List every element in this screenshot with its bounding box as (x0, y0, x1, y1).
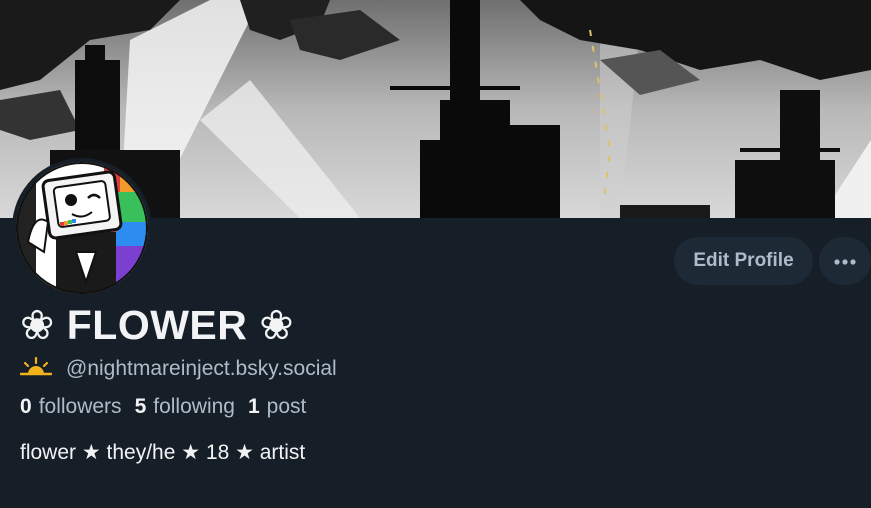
edit-profile-button[interactable]: Edit Profile (674, 237, 813, 285)
followers-count: 0 (20, 395, 32, 418)
following-label: following (153, 395, 235, 418)
more-horizontal-icon (834, 252, 856, 270)
sunrise-icon (19, 356, 53, 382)
posts-stat: 1 post (248, 395, 306, 419)
display-name: ❀ FLOWER ❀ (20, 302, 295, 348)
followers-stat[interactable]: 0 followers (20, 395, 122, 419)
followers-label: followers (38, 395, 122, 418)
handle-row: @nightmareinject.bsky.social (19, 355, 337, 383)
more-options-button[interactable] (819, 237, 871, 285)
profile-bio: flower ★ they/he ★ 18 ★ artist (20, 441, 306, 464)
posts-count: 1 (247, 395, 260, 418)
posts-label: post (266, 395, 307, 418)
profile-handle[interactable]: @nightmareinject.bsky.social (66, 357, 337, 381)
edit-profile-label: Edit Profile (693, 250, 794, 271)
following-stat[interactable]: 5 following (135, 395, 235, 419)
profile-stats: 0 followers 5 following 1 post (20, 395, 306, 419)
profile-avatar[interactable] (12, 158, 152, 298)
following-count: 5 (134, 395, 147, 418)
